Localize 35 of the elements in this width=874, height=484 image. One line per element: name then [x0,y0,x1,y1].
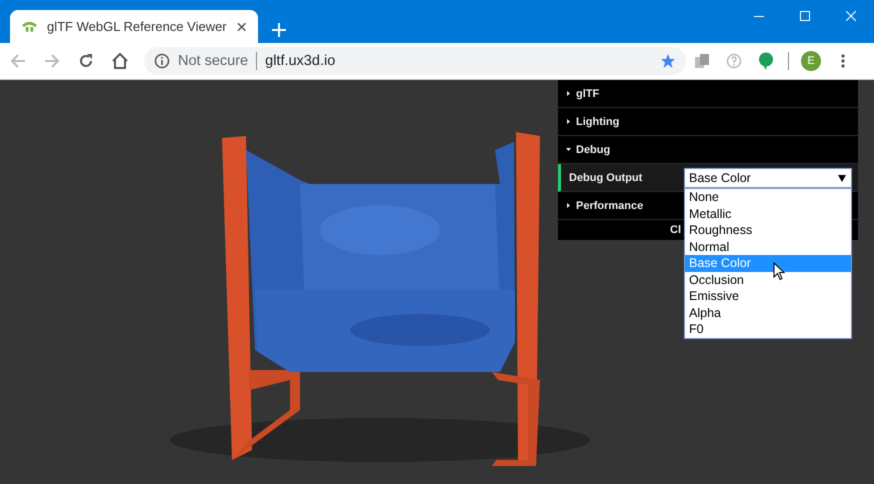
dropdown-option[interactable]: Normal [685,238,851,255]
dropdown-option[interactable]: None [685,189,851,206]
dropdown-option[interactable]: Emissive [685,288,851,304]
tab-title: glTF WebGL Reference Viewer [46,19,227,34]
caret-right-icon [566,119,571,124]
maximize-icon[interactable] [800,11,810,21]
dropdown[interactable]: Base Color [684,168,852,188]
dropdown-option[interactable]: F0 [685,321,851,338]
star-icon[interactable] [660,53,676,69]
caret-right-icon [566,91,571,96]
reload-icon[interactable] [78,53,94,69]
dropdown-option[interactable]: Roughness [685,222,851,238]
cursor-icon [773,262,785,281]
caret-down-icon [566,147,571,152]
caret-down-icon [838,174,846,182]
speech-bubble-icon[interactable] [758,52,774,70]
section-header[interactable]: Debug [558,136,858,164]
browser-tab[interactable]: glTF WebGL Reference Viewer [10,10,258,43]
section-header[interactable]: Lighting [558,108,858,136]
info-icon[interactable] [154,53,170,69]
dropdown-option[interactable]: Metallic [685,206,851,222]
security-label: Not secure [178,53,248,69]
menu-icon[interactable] [841,54,845,68]
dropdown-option[interactable]: Occlusion [685,272,851,288]
section-header[interactable]: glTF [558,80,858,108]
address-bar[interactable]: Not secure gltf.ux3d.io [144,47,686,75]
url-text: gltf.ux3d.io [265,53,336,69]
close-icon[interactable] [236,22,246,32]
new-tab-icon[interactable] [272,23,286,37]
caret-right-icon [566,203,571,208]
dropdown-option[interactable]: Alpha [685,304,851,321]
control-label: Debug Output [569,172,644,184]
gltf-logo-icon [22,22,37,32]
home-icon[interactable] [112,53,128,69]
pages-icon[interactable] [694,53,710,69]
